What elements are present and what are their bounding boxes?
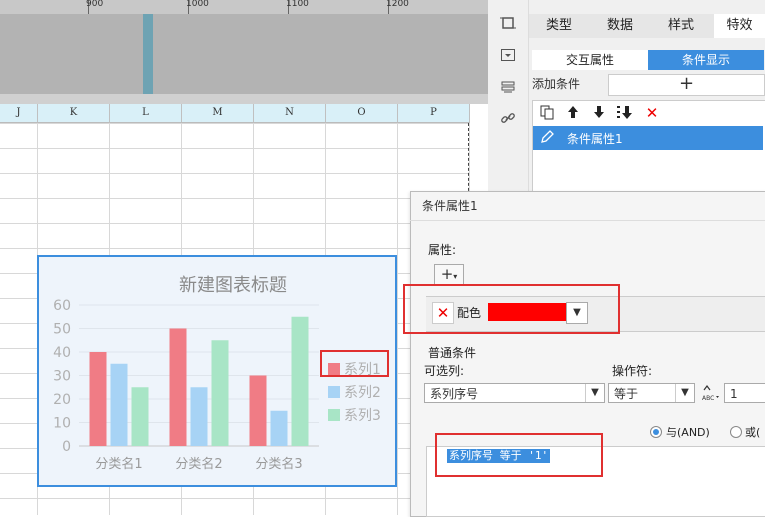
column-select-value: 系列序号	[430, 387, 479, 401]
x-tick-label: 分类名3	[255, 456, 302, 472]
svg-text:ABC: ABC	[702, 395, 714, 402]
bar	[291, 316, 309, 446]
column-header-n[interactable]: N	[254, 104, 326, 123]
tab-type[interactable]: 类型	[531, 14, 587, 38]
y-tick-label: 30	[53, 369, 71, 385]
annotation-box-legend	[320, 350, 389, 377]
operand-value: 1	[730, 387, 738, 401]
bar	[270, 410, 288, 446]
column-header-j[interactable]: J	[0, 104, 38, 123]
or-radio[interactable]	[730, 426, 742, 438]
operator-select-value: 等于	[614, 387, 639, 401]
dialog-divider	[410, 220, 765, 221]
delete-condition-icon[interactable]: ✕	[643, 104, 661, 122]
link-icon[interactable]	[498, 110, 518, 130]
x-tick-label: 分类名2	[175, 456, 222, 472]
chevron-down-icon: ▼	[675, 384, 694, 402]
ruler-label: 1200	[386, 0, 409, 9]
move-bottom-icon[interactable]	[616, 104, 634, 122]
chevron-down-icon: ▼	[585, 384, 604, 402]
bar	[131, 387, 149, 446]
condition-item[interactable]: 条件属性1	[533, 126, 763, 150]
bar	[169, 328, 187, 446]
y-tick-label: 20	[53, 392, 71, 408]
canvas-area	[0, 14, 488, 94]
copy-icon[interactable]	[538, 104, 556, 122]
ruler-label: 1100	[286, 0, 309, 9]
bar	[110, 363, 128, 446]
canvas-gap	[0, 94, 488, 104]
subtab-interaction[interactable]: 交互属性	[532, 50, 648, 70]
property-label: 属性:	[428, 243, 457, 257]
plus-icon: +	[440, 265, 454, 283]
add-property-button[interactable]: +▾	[434, 264, 464, 286]
legend-swatch	[328, 386, 340, 398]
ruler-label: 900	[86, 0, 104, 9]
add-condition-button[interactable]: +	[608, 74, 765, 96]
column-header-o[interactable]: O	[326, 104, 398, 123]
tab-effects[interactable]: 特效	[714, 14, 765, 38]
abc-type-icon[interactable]: ABC	[700, 382, 722, 404]
edit-pencil-icon	[539, 129, 555, 148]
condition-item-label: 条件属性1	[567, 132, 623, 146]
move-up-icon[interactable]	[564, 104, 582, 122]
bar	[211, 340, 229, 446]
legend-swatch	[328, 409, 340, 421]
dialog-title: 条件属性1	[422, 199, 478, 213]
bar	[190, 387, 208, 446]
column-select[interactable]: 系列序号 ▼	[424, 383, 605, 403]
and-radio-label: 与(AND)	[666, 426, 710, 439]
subtab-condition-display[interactable]: 条件显示	[648, 50, 764, 70]
move-down-icon[interactable]	[590, 104, 608, 122]
optional-column-label: 可选列:	[424, 364, 465, 378]
horizontal-ruler: 900 1000 1100 1200	[0, 0, 488, 15]
annotation-box-expression	[435, 433, 603, 477]
bar	[89, 352, 107, 446]
y-tick-label: 0	[62, 439, 71, 455]
ruler-label: 1000	[186, 0, 209, 9]
frame-icon[interactable]	[498, 15, 518, 35]
column-header-k[interactable]: K	[38, 104, 110, 123]
layers-icon[interactable]	[498, 79, 518, 99]
tab-style[interactable]: 样式	[653, 14, 709, 38]
y-tick-label: 40	[53, 345, 71, 361]
annotation-box-color	[403, 284, 620, 334]
operator-select[interactable]: 等于 ▼	[608, 383, 695, 403]
tab-data[interactable]: 数据	[592, 14, 648, 38]
dropdown-widget-icon[interactable]	[498, 47, 518, 67]
column-header-p[interactable]: P	[398, 104, 470, 123]
operand-input[interactable]: 1	[724, 383, 765, 403]
operator-label: 操作符:	[612, 364, 653, 378]
legend-label: 系列3	[344, 408, 381, 424]
add-condition-label: 添加条件	[532, 77, 581, 91]
chevron-down-icon: ▾	[453, 272, 458, 281]
legend-label: 系列2	[344, 385, 381, 401]
normal-condition-label: 普通条件	[428, 346, 477, 360]
y-tick-label: 10	[53, 416, 71, 432]
and-radio[interactable]	[650, 426, 662, 438]
y-tick-label: 60	[53, 298, 71, 314]
column-header-m[interactable]: M	[182, 104, 254, 123]
y-tick-label: 50	[53, 322, 71, 338]
chart-title: 新建图表标题	[179, 275, 287, 296]
or-radio-label: 或(	[745, 426, 761, 439]
canvas-scroll-marker[interactable]	[143, 14, 153, 94]
column-header-l[interactable]: L	[110, 104, 182, 123]
x-tick-label: 分类名1	[95, 456, 142, 472]
bar	[249, 375, 267, 446]
